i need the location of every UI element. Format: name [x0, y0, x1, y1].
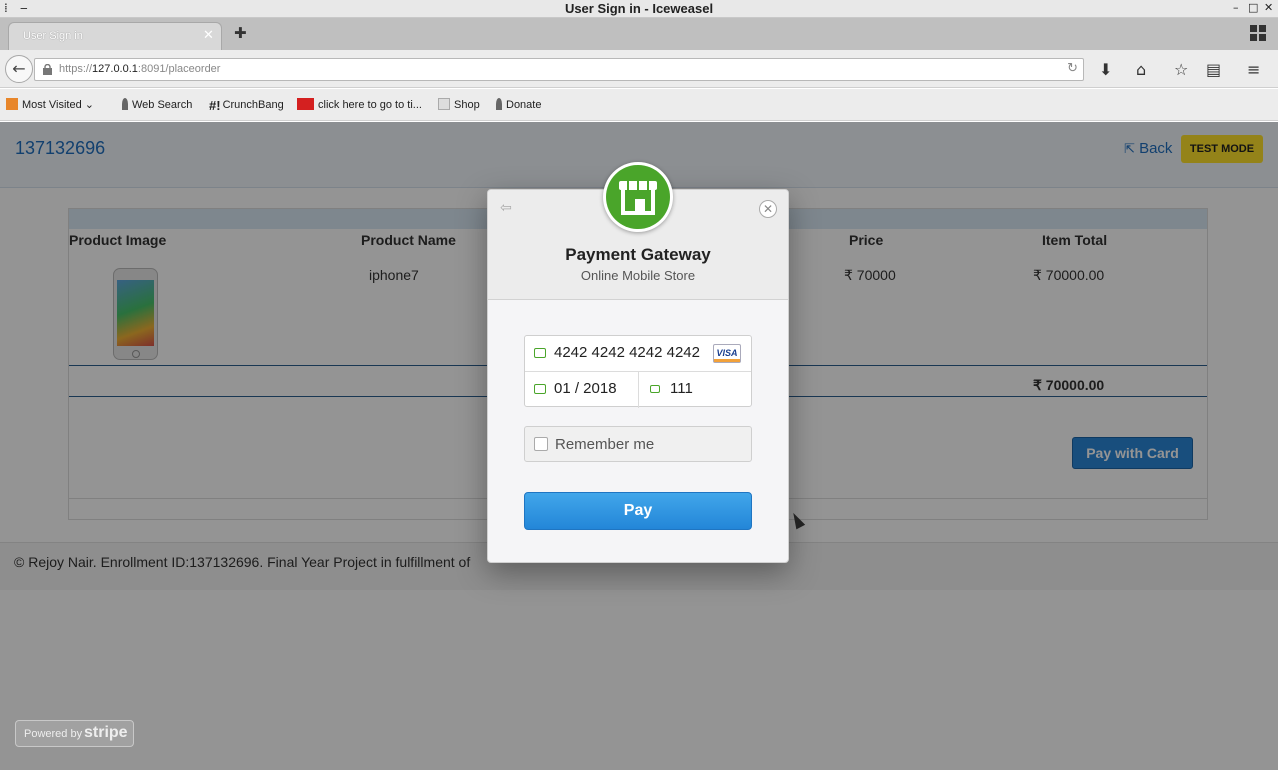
bookmark-crunchbang[interactable]: #! CrunchBang: [209, 98, 284, 113]
store-logo: [603, 162, 673, 232]
most-visited-icon: [6, 98, 18, 110]
payment-modal: ⇦ ✕ Payment Gateway Online Mobile Store …: [487, 189, 789, 563]
lock-icon: [650, 385, 660, 393]
bookmark-toi[interactable]: click here to go to ti...: [297, 98, 422, 111]
expiry-value: 01 / 2018: [554, 380, 617, 397]
url-text: https://127.0.0.1:8091/placeorder: [59, 63, 221, 75]
maximize-icon[interactable]: □: [1248, 1, 1258, 14]
storefront-icon: [606, 165, 670, 229]
remember-me-label: Remember me: [555, 436, 655, 453]
flame-icon: [122, 98, 128, 110]
visa-icon: VISA: [713, 344, 741, 363]
stripe-wordmark: stripe: [84, 724, 128, 741]
calendar-icon: [534, 384, 546, 394]
download-icon[interactable]: ⬇: [1099, 60, 1112, 79]
tab-strip: User Sign in ✕ ✚: [0, 18, 1278, 50]
window-title: User Sign in - Iceweasel: [564, 1, 714, 16]
window-close-icon[interactable]: ✕: [1264, 1, 1273, 14]
nav-toolbar: https://127.0.0.1:8091/placeorder ↻ ← ⬇ …: [0, 50, 1278, 88]
bookmark-donate[interactable]: Donate: [496, 98, 541, 111]
card-number-field[interactable]: 4242 4242 4242 4242 VISA: [525, 336, 751, 372]
bookmark-web-search[interactable]: Web Search: [122, 98, 192, 111]
home-icon[interactable]: ⌂: [1136, 60, 1146, 79]
minimize-icon[interactable]: –: [1233, 1, 1239, 14]
url-bar[interactable]: https://127.0.0.1:8091/placeorder ↻: [34, 58, 1084, 81]
modal-subtitle: Online Mobile Store: [580, 268, 696, 283]
cvc-value: 111: [670, 380, 693, 397]
pay-button[interactable]: Pay: [524, 492, 752, 530]
modal-title: Payment Gateway: [565, 245, 711, 264]
card-number-value: 4242 4242 4242 4242: [554, 344, 700, 361]
new-tab-icon[interactable]: ✚: [234, 24, 247, 42]
page-icon: [438, 98, 450, 110]
menu-icon[interactable]: ≡: [1247, 60, 1260, 79]
remember-me-row[interactable]: Remember me: [524, 426, 752, 462]
bookmark-most-visited[interactable]: Most Visited ⌄: [6, 98, 94, 111]
tab-groups-icon[interactable]: [1250, 25, 1266, 41]
hash-icon: #!: [209, 98, 221, 113]
powered-by-stripe-badge[interactable]: Powered by stripe: [15, 720, 134, 747]
bookmark-shop[interactable]: Shop: [438, 98, 480, 111]
card-fields: 4242 4242 4242 4242 VISA 01 / 2018 111: [524, 335, 752, 408]
bookmark-star-icon[interactable]: ☆: [1174, 60, 1188, 79]
credit-card-icon: [534, 348, 546, 358]
lock-icon: [43, 64, 52, 75]
window-titlebar: ⁞ ‒ User Sign in - Iceweasel – □ ✕: [0, 0, 1278, 18]
back-button-icon[interactable]: ←: [5, 55, 33, 83]
bookmarks-bar: Most Visited ⌄ Web Search #! CrunchBang c…: [0, 89, 1278, 121]
cvc-field[interactable]: 111: [639, 372, 752, 408]
powered-by-label: Powered by: [24, 728, 83, 740]
reload-icon[interactable]: ↻: [1067, 61, 1078, 76]
modal-close-icon[interactable]: ✕: [759, 200, 777, 218]
reading-list-icon[interactable]: ▤: [1206, 60, 1221, 79]
toi-icon: [297, 98, 314, 110]
expiry-field[interactable]: 01 / 2018: [525, 372, 638, 408]
flame-icon: [496, 98, 502, 110]
modal-back-icon[interactable]: ⇦: [500, 200, 512, 216]
remember-me-checkbox[interactable]: [534, 437, 548, 451]
tab-label: User Sign in: [23, 30, 83, 42]
tab-close-icon[interactable]: ✕: [203, 28, 214, 43]
tab-user-sign-in[interactable]: User Sign in ✕: [8, 22, 222, 50]
